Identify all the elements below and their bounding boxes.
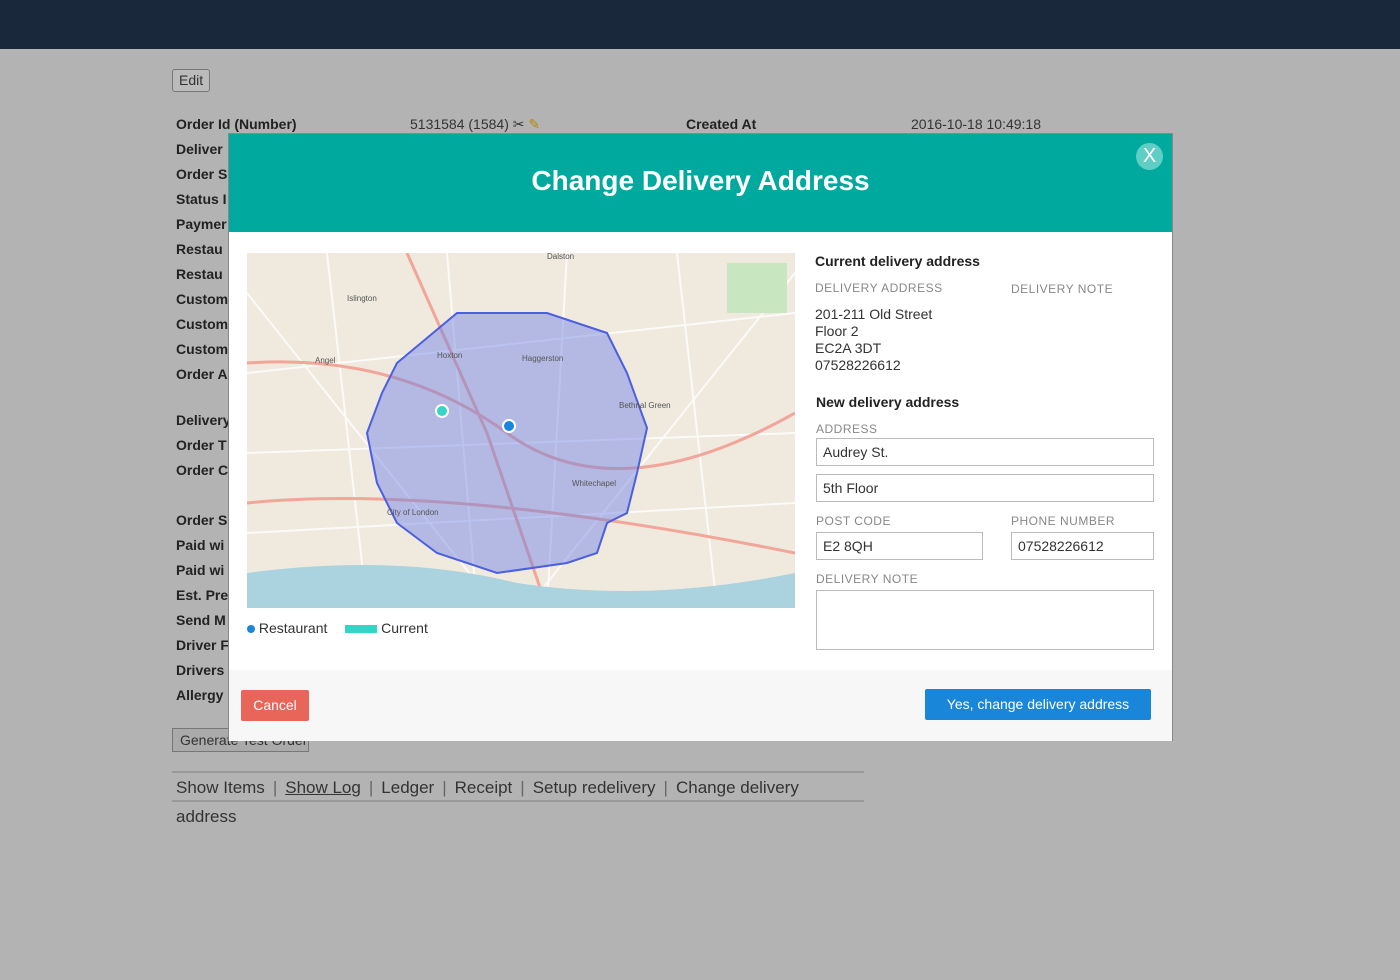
- show-items-link[interactable]: Show Items: [176, 778, 265, 797]
- cancel-button[interactable]: Cancel: [241, 690, 309, 721]
- current-note-caption: DELIVERY NOTE: [1011, 282, 1114, 296]
- current-legend-swatch: [345, 625, 378, 633]
- tools-icon[interactable]: ✂: [513, 116, 525, 132]
- order-field-label: Custom: [176, 291, 229, 307]
- order-id-value: 5131584 (1584) ✂ ✎: [410, 116, 540, 133]
- phone-caption: PHONE NUMBER: [1011, 514, 1116, 528]
- map-svg: Dalston Angel Hoxton Haggerston Whitecha…: [247, 253, 795, 608]
- edit-note-icon[interactable]: ✎: [528, 116, 540, 132]
- created-at-label: Created At: [686, 116, 757, 132]
- map-label: Hoxton: [437, 351, 462, 360]
- order-field-label: Custom: [176, 316, 229, 332]
- change-address-modal: Change Delivery Address X Dalston Angel …: [228, 133, 1173, 741]
- order-field-label: Paid wi: [176, 537, 225, 553]
- order-field-label: Order A: [176, 366, 228, 382]
- legend-restaurant: Restaurant: [258, 620, 328, 636]
- close-button[interactable]: X: [1136, 143, 1163, 170]
- top-nav-bar: [0, 0, 1400, 49]
- note-caption: DELIVERY NOTE: [816, 572, 919, 586]
- new-address-heading: New delivery address: [816, 394, 960, 410]
- map-label: Bethnal Green: [619, 401, 671, 410]
- address-line2-input[interactable]: 5th Floor: [816, 474, 1154, 502]
- delivery-map[interactable]: Dalston Angel Hoxton Haggerston Whitecha…: [247, 253, 795, 608]
- address-line: 07528226612: [815, 357, 901, 373]
- order-field-label: Restau: [176, 266, 223, 282]
- setup-redelivery-link[interactable]: Setup redelivery: [533, 778, 656, 797]
- order-field-label: Send M: [176, 612, 226, 628]
- postcode-input[interactable]: E2 8QH: [816, 532, 983, 560]
- address-line: EC2A 3DT: [815, 340, 882, 356]
- order-actions-links: Show Items | Show Log | Ledger | Receipt | Setup…: [172, 771, 864, 826]
- order-field-label: Restau: [176, 241, 223, 257]
- order-field-label: Order S: [176, 166, 228, 182]
- current-address-heading: Current delivery address: [815, 253, 980, 269]
- delivery-note-textarea[interactable]: [816, 590, 1154, 650]
- order-field-label: Driver F: [176, 637, 229, 653]
- map-label: Whitechapel: [572, 479, 616, 488]
- order-id-label: Order Id (Number): [176, 116, 297, 132]
- map-label: City of London: [387, 508, 439, 517]
- map-label: Islington: [347, 294, 377, 303]
- confirm-change-address-button[interactable]: Yes, change delivery address: [925, 689, 1151, 720]
- address-line: 201-211 Old Street: [815, 306, 933, 322]
- modal-title: Change Delivery Address: [229, 134, 1172, 232]
- map-label: Haggerston: [522, 354, 563, 363]
- order-field-label: Paymer: [176, 216, 227, 232]
- order-field-label: Allergy: [176, 687, 224, 703]
- order-field-label: Status I: [176, 191, 227, 207]
- order-field-label: Order C: [176, 462, 229, 478]
- phone-input[interactable]: 07528226612: [1011, 532, 1154, 560]
- show-log-link[interactable]: Show Log: [285, 778, 361, 797]
- current-address-lines: 201-211 Old Street Floor 2 EC2A 3DT 0752…: [815, 306, 932, 374]
- address-panel: Current delivery address DELIVERY ADDRES…: [815, 252, 1155, 672]
- map-label: Angel: [315, 356, 336, 365]
- postcode-caption: POST CODE: [816, 514, 891, 528]
- order-field-label: Deliver: [176, 141, 223, 157]
- restaurant-marker: [502, 419, 516, 433]
- order-field-label: Drivers: [176, 662, 225, 678]
- edit-button[interactable]: Edit: [172, 69, 211, 92]
- restaurant-legend-dot: [247, 625, 255, 633]
- address-line1-input[interactable]: Audrey St.: [816, 438, 1154, 466]
- modal-footer: Cancel Yes, change delivery address: [229, 670, 1172, 741]
- order-id-text: 5131584 (1584): [410, 116, 509, 132]
- order-field-label: Paid wi: [176, 562, 225, 578]
- map-label: Dalston: [547, 253, 574, 261]
- map-legend: Restaurant Current: [247, 620, 428, 636]
- receipt-link[interactable]: Receipt: [455, 778, 513, 797]
- order-field-label: Order T: [176, 437, 227, 453]
- ledger-link[interactable]: Ledger: [381, 778, 434, 797]
- address-line: Floor 2: [815, 323, 859, 339]
- order-field-label: Custom: [176, 341, 229, 357]
- order-field-label: Delivery: [176, 412, 231, 428]
- created-at-value: 2016-10-18 10:49:18: [911, 116, 1041, 132]
- address-caption: ADDRESS: [816, 422, 878, 436]
- order-field-label: Order S: [176, 512, 228, 528]
- current-address-caption: DELIVERY ADDRESS: [815, 281, 943, 295]
- current-location-marker: [435, 404, 449, 418]
- legend-current: Current: [381, 620, 428, 636]
- order-field-label: Est. Pre: [176, 587, 229, 603]
